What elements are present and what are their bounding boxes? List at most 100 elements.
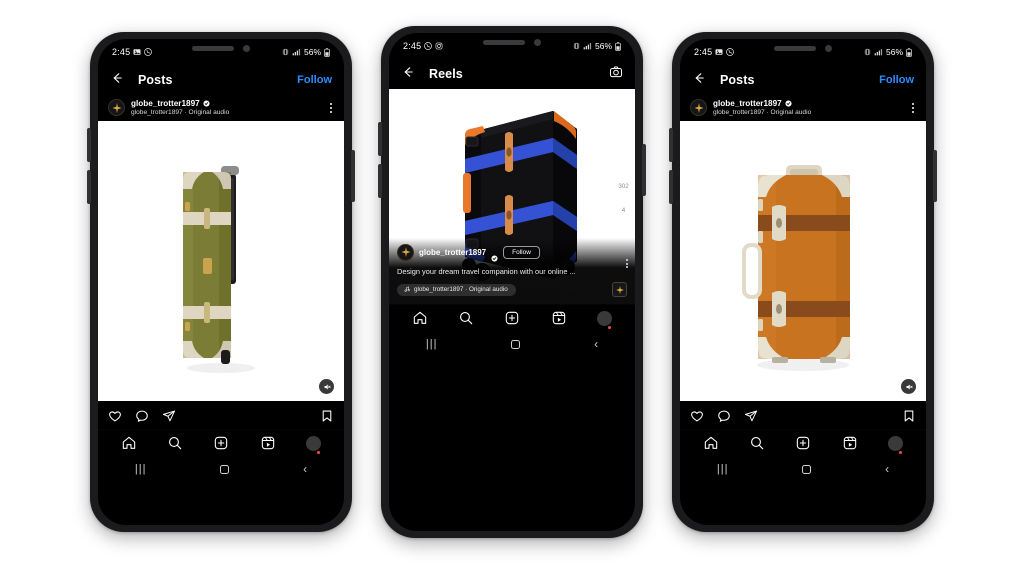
- follow-button[interactable]: Follow: [879, 74, 914, 86]
- battery-icon: [324, 47, 330, 57]
- reel-kebab-menu-icon[interactable]: [626, 259, 628, 268]
- tab-reels[interactable]: [260, 435, 276, 451]
- author-username[interactable]: globe_trotter1897: [713, 99, 782, 109]
- vibrate-icon: [573, 42, 580, 50]
- audio-attribution[interactable]: globe_trotter1897 · Original audio: [397, 283, 516, 296]
- tab-search[interactable]: [458, 310, 474, 326]
- power-button[interactable]: [351, 150, 355, 202]
- audio-label: globe_trotter1897 · Original audio: [414, 286, 508, 293]
- back-chevron-icon[interactable]: ‹: [303, 462, 307, 476]
- heart-icon[interactable]: [108, 409, 122, 423]
- recents-icon[interactable]: |||: [135, 463, 147, 475]
- phone-center: 2:45 56% Reels 302 4 globe_trotter1897 F…: [378, 26, 646, 538]
- status-time: 2:45: [694, 47, 713, 57]
- tab-home[interactable]: [412, 310, 428, 326]
- tab-profile[interactable]: [887, 435, 903, 454]
- audio-thumbnail[interactable]: [612, 282, 627, 297]
- android-nav-bar: ||| ‹: [389, 332, 635, 356]
- whatsapp-icon: [144, 48, 153, 56]
- volume-up-button[interactable]: [87, 128, 91, 162]
- home-square-icon[interactable]: [511, 339, 521, 349]
- header-actions: Follow: [879, 74, 914, 86]
- volume-down-button[interactable]: [87, 170, 91, 204]
- comment-icon[interactable]: [135, 409, 149, 423]
- instagram-icon: [435, 42, 443, 50]
- suitcase-orange-illustration: [742, 164, 850, 371]
- tab-reels[interactable]: [551, 310, 567, 326]
- phone-left-screen: 2:45 56% Posts Follow globe_trotter1897 …: [98, 39, 344, 525]
- follow-button[interactable]: Follow: [297, 74, 332, 86]
- photo-icon: [715, 48, 723, 56]
- author-name-row: globe_trotter1897: [131, 99, 229, 109]
- camera-icon[interactable]: [609, 65, 623, 84]
- front-camera: [534, 39, 541, 46]
- suitcase-olive-illustration: [183, 166, 255, 374]
- reel-share[interactable]: [617, 217, 630, 230]
- kebab-menu-icon[interactable]: [912, 102, 916, 113]
- battery-percentage: 56%: [594, 41, 612, 51]
- tab-profile[interactable]: [305, 435, 321, 454]
- avatar[interactable]: [397, 243, 414, 261]
- reel-comment[interactable]: 4: [617, 193, 630, 214]
- heart-icon: [618, 171, 629, 181]
- front-camera: [825, 45, 832, 52]
- volume-up-button[interactable]: [378, 122, 382, 156]
- star-avatar-icon: [112, 102, 121, 113]
- signal-icon: [292, 48, 301, 56]
- tab-bar: [98, 429, 344, 458]
- back-chevron-icon[interactable]: ‹: [885, 462, 889, 476]
- tab-reels[interactable]: [842, 435, 858, 451]
- post-media[interactable]: [98, 121, 344, 402]
- status-bar-right: 56%: [864, 47, 912, 57]
- star-avatar-icon: [615, 285, 624, 294]
- avatar[interactable]: [108, 99, 125, 117]
- tab-profile[interactable]: [596, 310, 612, 329]
- reel-follow-button[interactable]: Follow: [503, 245, 540, 259]
- back-chevron-icon[interactable]: ‹: [594, 337, 598, 351]
- earpiece-speaker: [774, 46, 816, 51]
- back-arrow-icon[interactable]: [692, 71, 706, 90]
- tab-search[interactable]: [749, 435, 765, 451]
- home-square-icon[interactable]: [220, 464, 230, 474]
- vibrate-icon: [864, 48, 871, 56]
- page-title: Posts: [138, 73, 173, 87]
- reel-username[interactable]: globe_trotter1897: [419, 248, 486, 257]
- reel-author-row: globe_trotter1897 Follow: [397, 243, 627, 262]
- recents-icon[interactable]: |||: [426, 338, 438, 350]
- power-button[interactable]: [933, 150, 937, 202]
- tab-home[interactable]: [703, 435, 719, 451]
- reel-caption[interactable]: Design your dream travel companion with …: [397, 267, 582, 276]
- tab-create[interactable]: [795, 435, 811, 451]
- back-arrow-icon[interactable]: [110, 71, 124, 90]
- bookmark-icon[interactable]: [902, 409, 916, 423]
- app-header: Posts Follow: [680, 65, 926, 95]
- share-icon[interactable]: [744, 409, 758, 423]
- author-username[interactable]: globe_trotter1897: [131, 99, 200, 109]
- volume-down-button[interactable]: [669, 170, 673, 204]
- bookmark-icon[interactable]: [320, 409, 334, 423]
- volume-down-button[interactable]: [378, 164, 382, 198]
- author-meta: globe_trotter1897 globe_trotter1897 · Or…: [713, 99, 811, 116]
- reel-like[interactable]: 302: [617, 169, 630, 190]
- share-icon[interactable]: [162, 409, 176, 423]
- tab-create[interactable]: [213, 435, 229, 451]
- comment-icon[interactable]: [717, 409, 731, 423]
- back-arrow-icon[interactable]: [401, 65, 415, 84]
- phone-right-screen: 2:45 56% Posts Follow globe_trotter1897 …: [680, 39, 926, 525]
- recents-icon[interactable]: |||: [717, 463, 729, 475]
- post-media[interactable]: [680, 121, 926, 402]
- power-button[interactable]: [642, 144, 646, 196]
- reel-container[interactable]: 302 4 globe_trotter1897 Follow Design yo…: [389, 89, 635, 304]
- notch: [192, 45, 250, 52]
- kebab-menu-icon[interactable]: [330, 102, 334, 113]
- post-bottom: ||| ‹: [98, 379, 344, 482]
- home-square-icon[interactable]: [802, 464, 812, 474]
- tab-create[interactable]: [504, 310, 520, 326]
- heart-icon[interactable]: [690, 409, 704, 423]
- avatar[interactable]: [690, 99, 707, 117]
- tab-home[interactable]: [121, 435, 137, 451]
- battery-icon: [906, 47, 912, 57]
- tab-search[interactable]: [167, 435, 183, 451]
- volume-up-button[interactable]: [669, 128, 673, 162]
- verified-badge-icon: [491, 249, 498, 262]
